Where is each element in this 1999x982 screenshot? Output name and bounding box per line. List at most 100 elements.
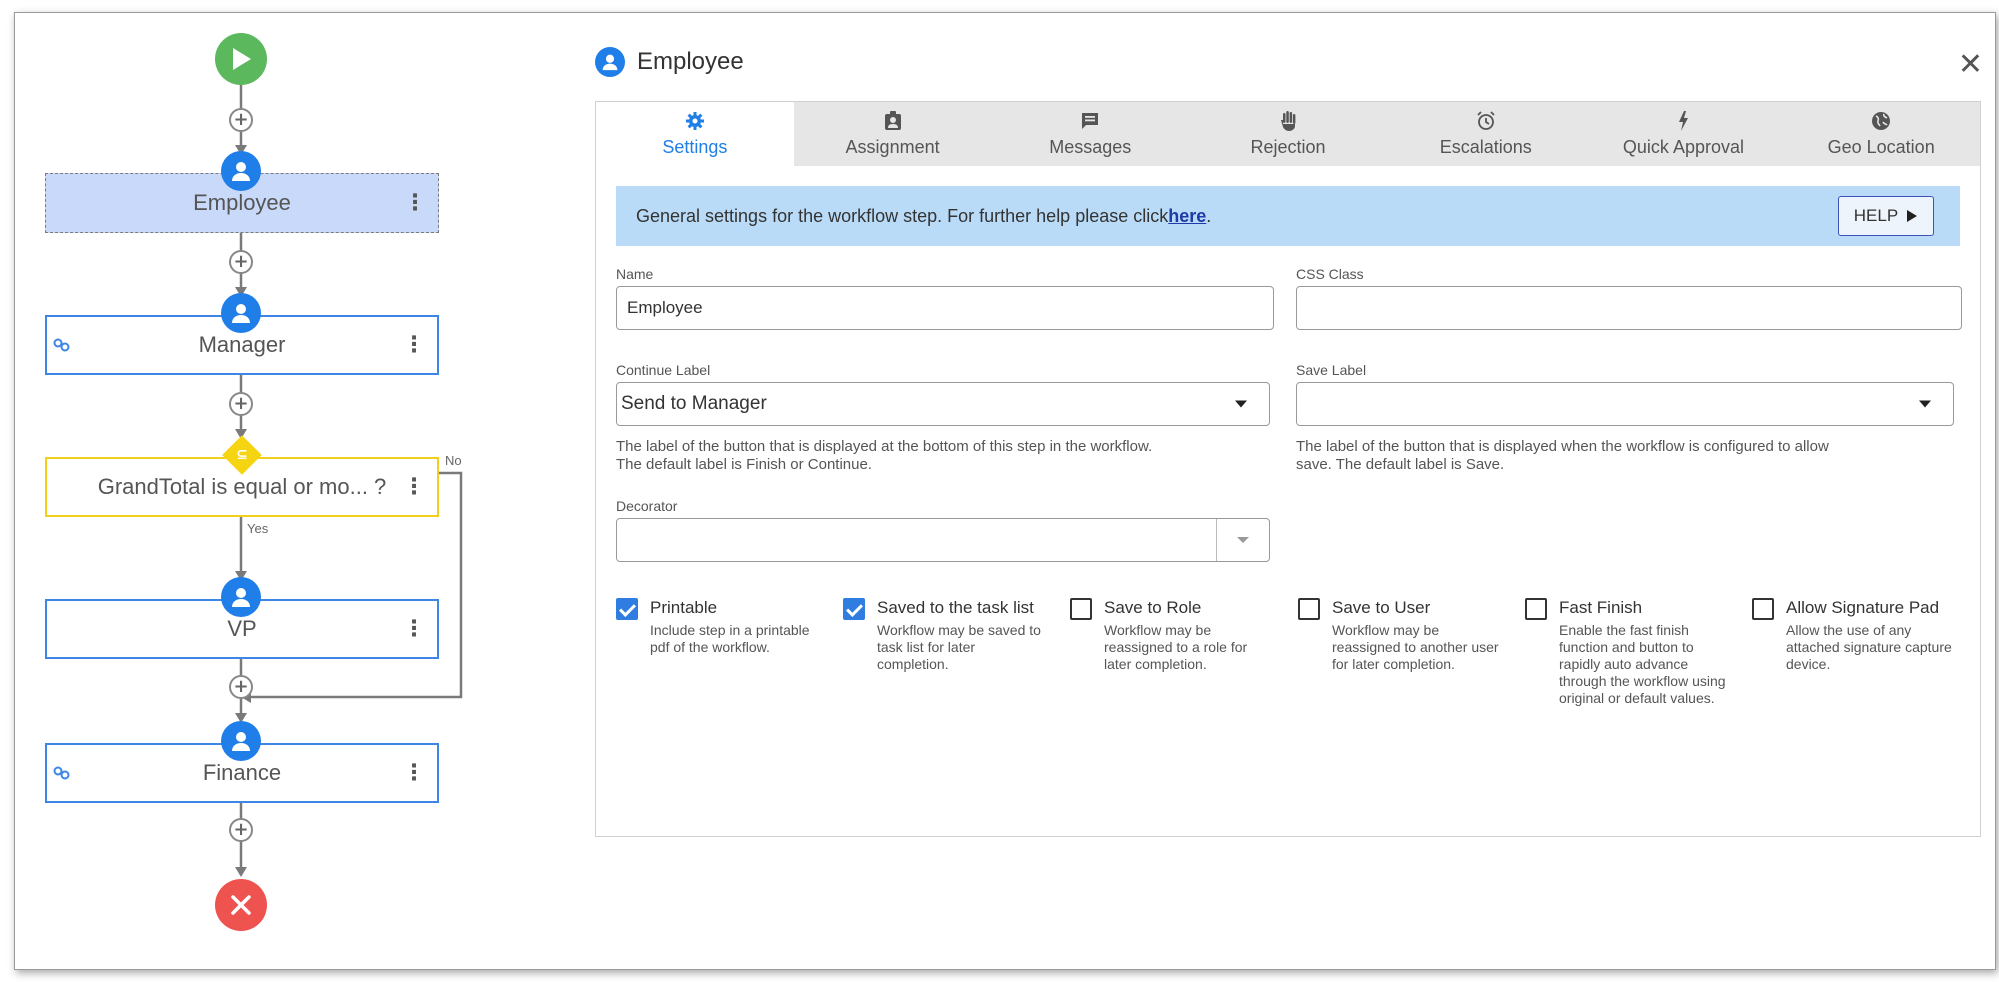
user-icon	[221, 151, 261, 191]
step-label: Employee	[193, 190, 291, 215]
banner-text: General settings for the workflow step. …	[636, 205, 1169, 226]
tab-label: Geo Location	[1827, 136, 1935, 157]
add-step-button[interactable]: +	[229, 675, 253, 699]
add-step-button[interactable]: +	[229, 392, 253, 416]
branch-yes-label: Yes	[247, 521, 269, 536]
user-icon	[595, 47, 625, 77]
add-step-button[interactable]: +	[229, 108, 253, 132]
banner-suffix: .	[1206, 205, 1212, 226]
tab-bar: Settings Assignment Messages Rejection E…	[596, 102, 1980, 166]
name-input[interactable]: Employee	[616, 286, 1274, 330]
globe-icon	[1871, 111, 1891, 131]
step-label: GrandTotal is equal or mo... ?	[97, 474, 387, 499]
allow-signature-pad-checkbox[interactable]	[1752, 598, 1774, 620]
step-label: VP	[227, 616, 257, 641]
help-button[interactable]: HELP	[1838, 196, 1934, 236]
info-banner: General settings for the workflow step. …	[616, 186, 1960, 246]
tab-messages[interactable]: Messages	[991, 102, 1189, 166]
play-icon	[233, 48, 251, 70]
tab-label: Escalations	[1439, 136, 1532, 157]
option-title: Printable	[650, 598, 718, 617]
help-link[interactable]: here	[1168, 206, 1206, 227]
save-label-select[interactable]	[1296, 382, 1954, 426]
add-step-button[interactable]: +	[229, 818, 253, 842]
condition-icon: ⊆	[236, 447, 248, 463]
option-desc: Workflow may be reassigned to another us…	[1332, 622, 1499, 672]
workflow-end-button[interactable]	[215, 879, 267, 931]
link-icon	[53, 760, 71, 786]
tab-label: Quick Approval	[1622, 136, 1744, 157]
tab-settings[interactable]: Settings	[596, 102, 794, 166]
user-icon	[221, 577, 261, 617]
save-label-label: Save Label	[1296, 362, 1367, 378]
more-vertical-icon[interactable]: ⋮	[403, 475, 425, 500]
play-icon	[1907, 210, 1918, 222]
close-icon	[231, 895, 251, 915]
save-to-user-checkbox[interactable]	[1298, 598, 1320, 620]
option-desc: Workflow may be saved to task list for l…	[877, 622, 1041, 672]
tab-label: Assignment	[845, 136, 940, 157]
option-title: Save to User	[1332, 598, 1431, 617]
help-button-label: HELP	[1853, 206, 1899, 225]
chevron-down-icon	[1235, 400, 1247, 408]
alarm-icon	[1476, 110, 1496, 131]
tab-label: Rejection	[1250, 136, 1326, 157]
chevron-down-icon	[1237, 537, 1249, 543]
option-desc: Allow the use of any attached signature …	[1786, 622, 1952, 672]
option-title: Save to Role	[1104, 598, 1202, 617]
option-title: Saved to the task list	[877, 598, 1034, 617]
option-desc: Include step in a printable pdf of the w…	[650, 622, 810, 655]
tab-quick-approval[interactable]: Quick Approval	[1585, 102, 1783, 166]
save-to-role-checkbox[interactable]	[1070, 598, 1092, 620]
link-icon	[53, 332, 71, 358]
branch-no-label: No	[445, 453, 462, 468]
user-icon	[221, 293, 261, 333]
saved-to-task-list-checkbox[interactable]	[843, 598, 865, 620]
tab-assignment[interactable]: Assignment	[794, 102, 992, 166]
lightning-icon	[1677, 110, 1689, 131]
step-label: Finance	[202, 760, 282, 785]
continue-label-value: Send to Manager	[621, 393, 767, 414]
option-desc: Enable the fast finish function and butt…	[1559, 622, 1726, 706]
more-vertical-icon[interactable]: ⋮	[403, 617, 425, 642]
continue-label-hint: The label of the button that is displaye…	[616, 438, 1153, 473]
step-label: Manager	[198, 332, 286, 357]
decorator-label: Decorator	[616, 498, 678, 514]
close-dialog-icon[interactable]: ✕	[1958, 47, 1983, 82]
tab-escalations[interactable]: Escalations	[1387, 102, 1585, 166]
fast-finish-checkbox[interactable]	[1525, 598, 1547, 620]
decorator-select[interactable]	[616, 518, 1270, 562]
select-divider	[1216, 519, 1217, 561]
css-class-label: CSS Class	[1296, 266, 1364, 282]
more-vertical-icon[interactable]: ⋮	[403, 761, 425, 786]
user-icon	[221, 721, 261, 761]
more-vertical-icon[interactable]: ⋮	[404, 191, 426, 216]
more-vertical-icon[interactable]: ⋮	[403, 333, 425, 358]
name-value: Employee	[627, 298, 703, 317]
gear-icon	[685, 111, 705, 131]
tab-rejection[interactable]: Rejection	[1189, 102, 1387, 166]
option-title: Allow Signature Pad	[1786, 598, 1940, 617]
tab-label: Settings	[662, 136, 728, 157]
continue-label-label: Continue Label	[616, 362, 711, 378]
workflow-canvas: + + + + + Employee ⋮ Manager ⋮ ⊆ GrandTo…	[15, 13, 485, 969]
save-label-hint: The label of the button that is displaye…	[1296, 438, 1829, 473]
option-title: Fast Finish	[1559, 598, 1643, 617]
dialog-title: Employee	[595, 47, 744, 77]
tab-label: Messages	[1049, 136, 1132, 157]
continue-label-select[interactable]: Send to Manager	[616, 382, 1270, 426]
dialog-title-text: Employee	[637, 48, 744, 75]
chevron-down-icon	[1919, 400, 1931, 408]
app-window: + + + + + Employee ⋮ Manager ⋮ ⊆ GrandTo…	[14, 12, 1996, 970]
add-step-button[interactable]: +	[229, 250, 253, 274]
badge-icon	[884, 110, 902, 131]
css-class-input[interactable]	[1296, 286, 1962, 330]
tab-geo-location[interactable]: Geo Location	[1782, 102, 1980, 166]
workflow-start-button[interactable]	[215, 33, 267, 85]
name-label: Name	[616, 266, 654, 282]
message-icon	[1080, 111, 1100, 131]
hand-icon	[1278, 110, 1298, 131]
option-desc: Workflow may be reassigned to a role for…	[1104, 622, 1248, 672]
printable-checkbox[interactable]	[616, 598, 638, 620]
settings-panel: Settings Assignment Messages Rejection E…	[595, 101, 1981, 837]
